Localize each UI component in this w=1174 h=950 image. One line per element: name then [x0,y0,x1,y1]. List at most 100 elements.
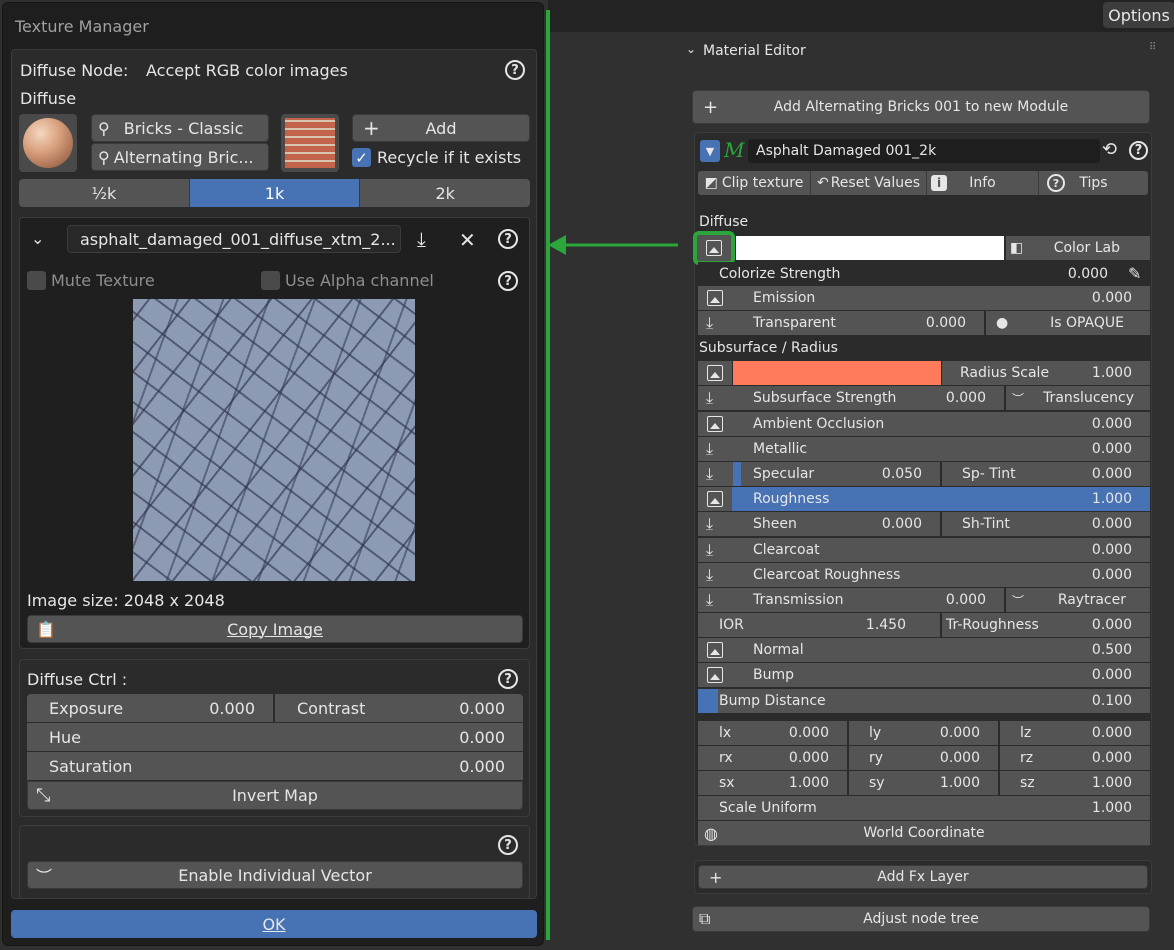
copy-image-button[interactable]: 📋 Copy Image [27,615,523,643]
world-coordinate-button[interactable]: ◍ World Coordinate [698,821,1150,845]
use-alpha-checkbox[interactable] [261,271,280,290]
help-icon[interactable]: ? [498,271,518,291]
search-icon: ⚲ [98,118,110,138]
color-lab-button[interactable]: ◧ Color Lab [1006,236,1150,260]
diffuse-ctrl-title: Diffuse Ctrl : [27,670,128,689]
help-icon[interactable]: ? [1129,141,1148,160]
collapse-chevron-icon[interactable]: ⌄ [31,229,44,248]
resolution-1k[interactable]: 1k [189,179,360,207]
download-icon: ⤓ [706,439,714,458]
image-icon [707,491,723,507]
sy-field[interactable]: sy 1.000 [849,771,998,795]
help-icon[interactable]: ? [498,229,518,249]
help-icon[interactable]: ? [498,835,518,855]
specular-field[interactable]: ⤓ Specular 0.050 [698,462,940,486]
translucency-toggle[interactable]: ︶ Translucency [1006,386,1150,410]
clearcoat-field[interactable]: ⤓ Clearcoat 0.000 [698,538,1150,562]
rx-field[interactable]: rx 0.000 [698,746,847,770]
clipboard-icon: 📋 [36,619,56,639]
chevron-down-icon: ︶ [1012,391,1025,406]
preset-search-button[interactable]: ⚲ Bricks - Classic [91,114,269,142]
highlight-divider [546,10,550,940]
download-icon[interactable]: ⤓ [417,227,426,251]
texture-file-name[interactable]: asphalt_damaged_001_diffuse_xtm_2... [67,225,401,253]
adjust-node-tree-button[interactable]: ⧉ Adjust node tree [692,906,1150,932]
metallic-field[interactable]: ⤓ Metallic 0.000 [698,437,1150,461]
emission-field[interactable]: Emission 0.000 [698,286,1150,310]
hue-field[interactable]: Hue 0.000 [27,723,523,751]
help-icon[interactable]: ? [505,60,525,80]
help-icon[interactable]: ? [498,669,518,689]
collapse-chevron-icon[interactable]: ⌄ [686,42,696,56]
material-type-dropdown[interactable]: ▼ [700,140,720,162]
preset-variant-button[interactable]: ⚲ Alternating Bric... [91,143,269,171]
crop-icon: ◩ [704,175,718,191]
reset-values-button[interactable]: ↶ Reset Values [810,171,926,195]
enable-vector-button[interactable]: ︶ Enable Individual Vector [27,861,523,889]
resolution-half-k[interactable]: ½k [19,179,190,207]
brick-wall-image [285,118,335,168]
sz-field[interactable]: sz 1.000 [1000,771,1150,795]
clip-texture-button[interactable]: ◩ Clip texture [698,171,810,195]
sh-tint-field[interactable]: Sh-Tint 0.000 [942,512,1150,536]
tips-button[interactable]: ? Tips [1038,171,1148,195]
roughness-field[interactable]: Roughness 1.000 [698,487,1150,511]
add-module-button[interactable]: + Add Alternating Bricks 001 to new Modu… [692,90,1150,124]
image-icon [707,290,723,306]
clearcoat-roughness-field[interactable]: ⤓ Clearcoat Roughness 0.000 [698,563,1150,587]
diffuse-color-swatch[interactable] [736,236,1004,260]
drag-handle-icon[interactable]: ⠿ [1149,42,1156,53]
mute-texture-checkbox[interactable] [27,271,46,290]
sheen-field[interactable]: ⤓ Sheen 0.000 [698,512,940,536]
download-icon: ⤓ [706,514,714,533]
bump-distance-field[interactable]: Bump Distance 0.100 [698,689,1150,713]
invert-map-button[interactable]: ⤡ Invert Map [27,781,523,810]
subsurface-strength-field[interactable]: ⤓ Subsurface Strength 0.000 [698,386,1004,410]
add-texture-button[interactable]: + Add [352,114,530,142]
close-icon[interactable]: ✕ [459,228,476,252]
resolution-2k[interactable]: 2k [359,179,530,207]
subsurface-texture-slot[interactable] [698,361,732,385]
ior-field[interactable]: IOR 1.450 [698,613,940,637]
saturation-field[interactable]: Saturation 0.000 [27,752,523,780]
contrast-field[interactable]: Contrast 0.000 [275,694,523,722]
brick-texture-thumbnail[interactable] [281,114,339,172]
options-button[interactable]: Options [1103,2,1174,28]
material-name-field[interactable]: Asphalt Damaged 001_2k [748,139,1100,163]
recycle-checkbox[interactable]: ✓ [352,148,371,167]
recycle-label: Recycle if it exists [377,148,522,167]
subsurface-color-swatch[interactable] [733,361,941,385]
ry-field[interactable]: ry 0.000 [849,746,998,770]
ambient-occlusion-field[interactable]: Ambient Occlusion 0.000 [698,412,1150,436]
colorize-strength-field[interactable]: Colorize Strength 0.000 [698,262,1120,286]
radius-scale-field[interactable]: Radius Scale 1.000 [942,361,1150,385]
exposure-field[interactable]: Exposure 0.000 [27,694,273,722]
refresh-icon[interactable]: ⟲ [1102,139,1117,160]
transmission-field[interactable]: ⤓ Transmission 0.000 [698,588,1004,612]
plus-icon: + [363,116,380,140]
rz-field[interactable]: rz 0.000 [1000,746,1150,770]
texture-preview-image [133,299,415,581]
lz-field[interactable]: lz 0.000 [1000,721,1150,745]
tr-roughness-field[interactable]: Tr-Roughness 0.000 [942,613,1150,637]
sx-field[interactable]: sx 1.000 [698,771,847,795]
diffuse-node-label: Diffuse Node: [20,61,129,80]
lx-field[interactable]: lx 0.000 [698,721,847,745]
sp-tint-field[interactable]: Sp- Tint 0.000 [942,462,1150,486]
is-opaque-toggle[interactable]: ● Is OPAQUE [986,311,1150,335]
diffuse-texture-slot-highlight[interactable] [693,231,735,265]
raytracer-toggle[interactable]: ︶ Raytracer [1006,588,1150,612]
material-sphere-preview[interactable] [19,114,77,172]
ok-button[interactable]: OK [11,910,537,938]
transparent-field[interactable]: ⤓ Transparent 0.000 [698,311,984,335]
image-icon [707,416,723,432]
radio-dot-icon: ● [996,315,1009,331]
chevron-down-icon: ︶ [1012,593,1025,608]
info-button[interactable]: i Info [926,171,1038,195]
scale-uniform-field[interactable]: Scale Uniform 1.000 [698,796,1150,820]
add-fx-layer-button[interactable]: + Add Fx Layer [698,865,1148,889]
normal-field[interactable]: Normal 0.500 [698,638,1150,662]
bump-field[interactable]: Bump 0.000 [698,663,1150,687]
ly-field[interactable]: ly 0.000 [849,721,998,745]
eyedropper-icon[interactable]: ✎ [1128,264,1141,283]
